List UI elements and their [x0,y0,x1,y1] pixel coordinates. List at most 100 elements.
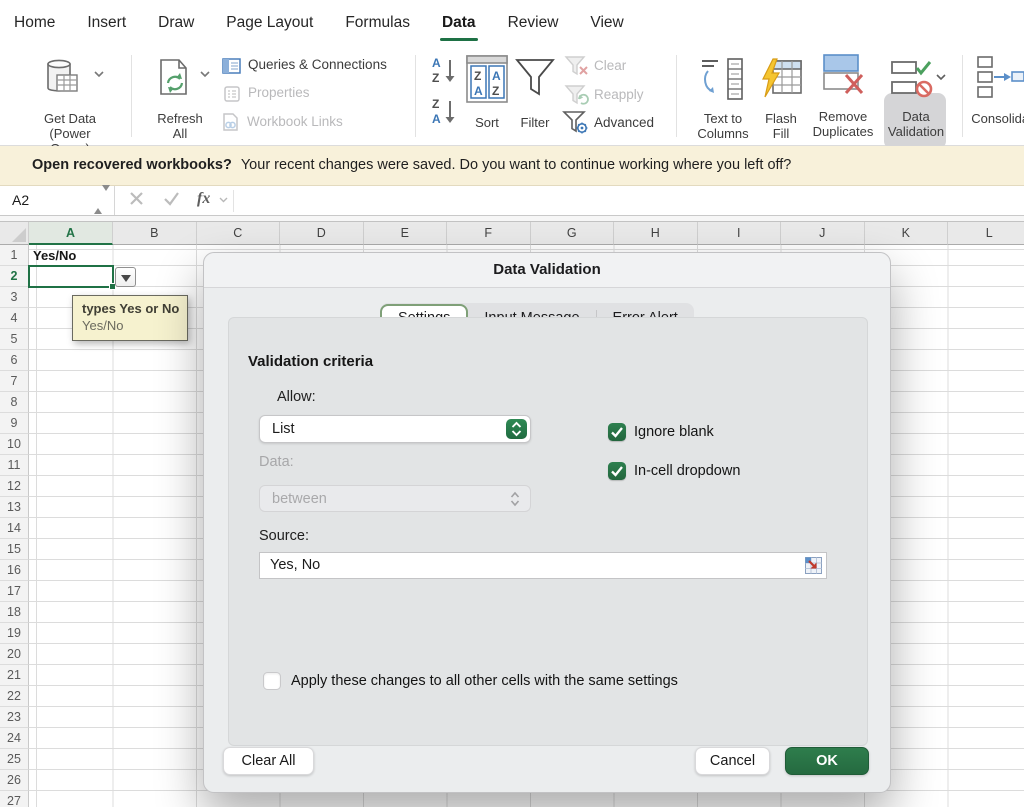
reapply-filter-button[interactable]: Reapply [564,84,664,108]
confirm-entry-icon[interactable] [163,191,180,206]
cancel-entry-icon[interactable] [129,191,144,206]
column-header-I[interactable]: I [698,222,782,245]
incell-dropdown-label: In-cell dropdown [634,463,740,479]
row-header-6[interactable]: 6 [0,350,29,371]
row-header-13[interactable]: 13 [0,497,29,518]
row-header-20[interactable]: 20 [0,644,29,665]
name-box[interactable]: A2 [0,186,115,215]
tooltip-title: types Yes or No [82,301,178,316]
text-to-columns-icon [698,57,748,101]
svg-text:Z: Z [432,97,439,111]
remove-duplicates-button[interactable]: Remove Duplicates [810,51,876,143]
row-header-21[interactable]: 21 [0,665,29,686]
criteria-heading: Validation criteria [248,353,373,370]
queries-connections-button[interactable]: Queries & Connections [222,57,412,79]
row-header-10[interactable]: 10 [0,434,29,455]
range-selector-icon[interactable] [805,557,822,574]
name-box-stepper[interactable] [94,191,110,209]
row-header-18[interactable]: 18 [0,602,29,623]
row-header-27[interactable]: 27 [0,791,29,807]
insert-function-button[interactable]: fx [197,190,210,208]
row-header-16[interactable]: 16 [0,560,29,581]
source-input[interactable]: Yes, No [259,552,827,579]
incell-dropdown-checkbox[interactable] [608,462,626,480]
row-header-23[interactable]: 23 [0,707,29,728]
tab-view[interactable]: View [590,14,623,32]
advanced-filter-button[interactable]: Advanced [562,110,672,136]
column-header-E[interactable]: E [364,222,448,245]
row-header-9[interactable]: 9 [0,413,29,434]
tab-insert[interactable]: Insert [87,14,126,32]
tab-formulas[interactable]: Formulas [345,14,410,32]
row-header-5[interactable]: 5 [0,329,29,350]
column-header-F[interactable]: F [447,222,531,245]
tab-page-layout[interactable]: Page Layout [226,14,313,32]
recovered-workbooks-banner: Open recovered workbooks?Your recent cha… [0,146,1024,186]
row-header-3[interactable]: 3 [0,287,29,308]
ok-button[interactable]: OK [785,747,869,775]
column-header-B[interactable]: B [113,222,197,245]
clear-filter-button[interactable]: Clear [564,55,654,79]
row-header-8[interactable]: 8 [0,392,29,413]
data-validation-button[interactable]: Data Validation [884,51,950,143]
workbook-links-icon [222,113,239,131]
properties-label: Properties [248,85,310,100]
consolidate-button[interactable]: Consolidat [968,53,1024,143]
row-header-19[interactable]: 19 [0,623,29,644]
data-validation-label-line2: Validation [868,124,964,139]
flash-fill-icon [759,57,803,101]
chevron-down-icon [936,74,946,81]
in-cell-dropdown-button[interactable] [115,267,136,287]
row-header-14[interactable]: 14 [0,518,29,539]
get-data-label-line1: Get Data (Power [22,111,118,141]
row-header-12[interactable]: 12 [0,476,29,497]
row-header-2[interactable]: 2 [0,266,29,287]
allow-select-value: List [272,421,295,437]
sort-ascending-button[interactable]: AZ [430,54,460,90]
filter-button[interactable]: Filter [512,55,558,143]
properties-button[interactable]: Properties [224,85,374,107]
row-header-22[interactable]: 22 [0,686,29,707]
apply-all-checkbox[interactable] [263,672,281,690]
row-header-11[interactable]: 11 [0,455,29,476]
consolidate-label: Consolidat [954,111,1024,126]
formula-bar: A2 fx [0,186,1024,216]
column-header-H[interactable]: H [614,222,698,245]
column-header-J[interactable]: J [781,222,865,245]
tab-draw[interactable]: Draw [158,14,194,32]
workbook-links-button[interactable]: Workbook Links [222,113,382,135]
sort-az-icon: AZ [430,54,460,88]
source-value: Yes, No [270,557,320,573]
get-data-button[interactable]: Get Data (Power Query) [14,53,126,143]
clear-filter-icon [564,55,590,77]
column-header-K[interactable]: K [865,222,949,245]
ignore-blank-checkbox[interactable] [608,423,626,441]
column-header-A[interactable]: A [29,222,113,245]
allow-label: Allow: [277,389,316,405]
allow-select[interactable]: List [259,415,531,443]
row-header-26[interactable]: 26 [0,770,29,791]
column-header-G[interactable]: G [531,222,615,245]
row-header-7[interactable]: 7 [0,371,29,392]
disabled-stepper-icon [508,490,522,508]
formula-input[interactable] [234,186,1024,215]
row-header-4[interactable]: 4 [0,308,29,329]
tab-home[interactable]: Home [14,14,55,32]
column-header-D[interactable]: D [280,222,364,245]
refresh-all-button[interactable]: Refresh All [140,53,220,143]
cancel-button[interactable]: Cancel [695,747,770,775]
row-header-17[interactable]: 17 [0,581,29,602]
row-header-1[interactable]: 1 [0,245,29,266]
row-header-15[interactable]: 15 [0,539,29,560]
clear-all-button[interactable]: Clear All [223,747,314,775]
fx-chevron-icon[interactable] [219,197,228,203]
column-header-C[interactable]: C [197,222,281,245]
dialog-title-bar[interactable]: Data Validation [204,253,890,288]
tab-data[interactable]: Data [442,14,476,32]
cell-a2-selection [28,265,114,288]
cell-a1-value[interactable]: Yes/No [33,246,76,266]
tab-review[interactable]: Review [508,14,559,32]
column-header-L[interactable]: L [948,222,1024,245]
row-header-24[interactable]: 24 [0,728,29,749]
row-header-25[interactable]: 25 [0,749,29,770]
